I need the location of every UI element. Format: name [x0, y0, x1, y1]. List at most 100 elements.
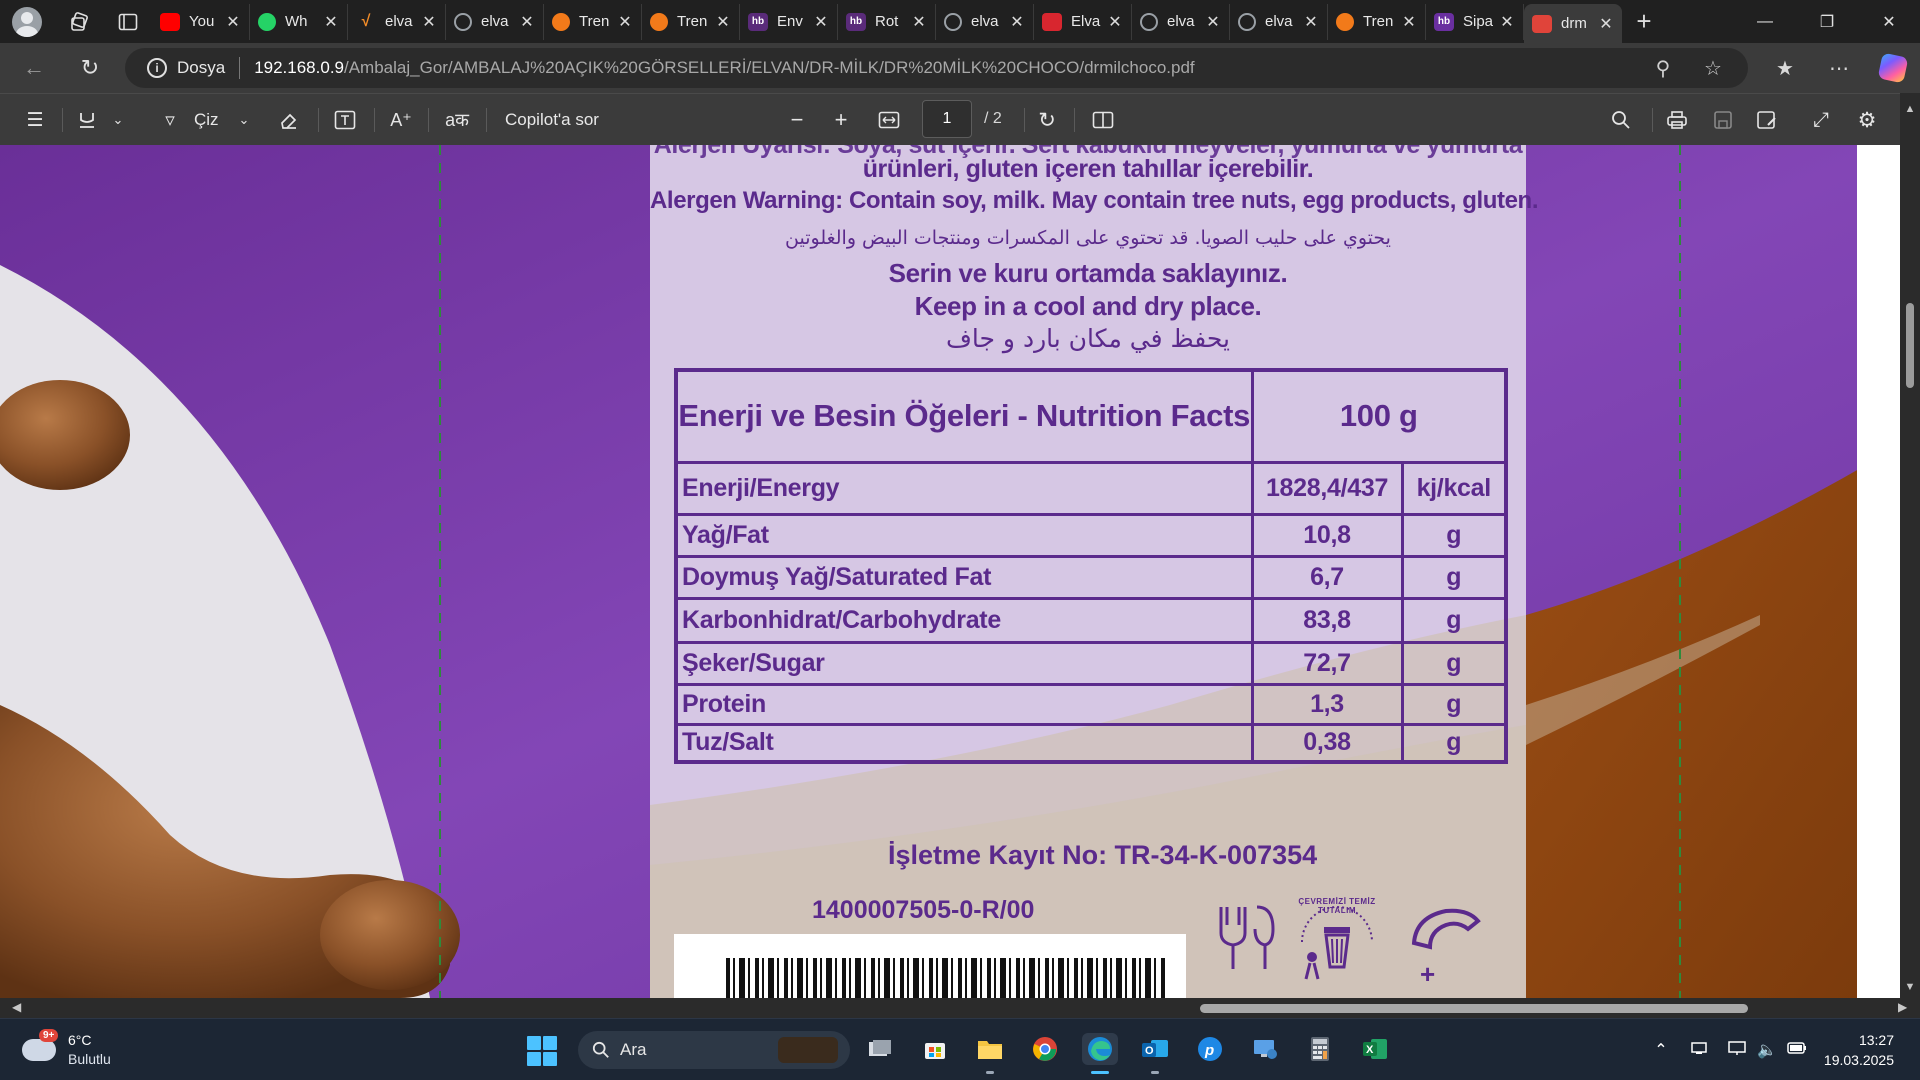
rotate-icon[interactable]: ↻: [1032, 100, 1062, 140]
find-icon[interactable]: [1606, 100, 1636, 140]
draw-label[interactable]: Çiz: [194, 100, 219, 140]
pdf-document-view[interactable]: Alerjen Uyarısı: Soya, süt içerir. Sert …: [0, 145, 1900, 998]
tab-close-icon[interactable]: ✕: [1401, 12, 1417, 32]
fit-width-icon[interactable]: [874, 100, 904, 140]
ask-copilot-button[interactable]: Copilot'a sor: [505, 100, 599, 140]
nutrition-row: Doymuş Yağ/Saturated Fat 6,7 g: [674, 554, 1508, 600]
edge-icon[interactable]: [1082, 1033, 1118, 1065]
minimize-button[interactable]: —: [1734, 0, 1796, 43]
task-view-icon[interactable]: [862, 1033, 898, 1065]
browser-tab[interactable]: √ elva ✕: [348, 3, 446, 40]
save-icon[interactable]: [1708, 100, 1738, 140]
draw-dropdown-icon[interactable]: ⌄: [234, 100, 254, 140]
tab-actions-icon[interactable]: [108, 4, 148, 40]
calculator-icon[interactable]: [1302, 1033, 1338, 1065]
battery-icon[interactable]: [1782, 1041, 1812, 1060]
taskbar-search[interactable]: Ara: [578, 1031, 850, 1069]
tab-close-icon[interactable]: ✕: [1009, 12, 1025, 32]
tab-close-icon[interactable]: ✕: [1303, 12, 1319, 32]
store-icon[interactable]: [917, 1033, 953, 1065]
highlight-dropdown-icon[interactable]: ⌄: [108, 100, 128, 140]
pdf-settings-icon[interactable]: ⚙: [1852, 100, 1882, 140]
zoom-icon[interactable]: ⚲: [1638, 56, 1688, 81]
tab-close-icon[interactable]: ✕: [617, 12, 633, 32]
more-menu-icon[interactable]: ⋯: [1812, 56, 1866, 81]
tab-close-icon[interactable]: ✕: [1598, 14, 1614, 34]
system-clock[interactable]: 13:27 19.03.2025: [1824, 1030, 1894, 1070]
display-icon[interactable]: [1722, 1040, 1752, 1061]
page-view-icon[interactable]: [1088, 100, 1118, 140]
vertical-scroll-thumb[interactable]: [1906, 303, 1914, 388]
print-icon[interactable]: [1662, 100, 1692, 140]
show-hidden-icons[interactable]: ⌃: [1646, 1040, 1676, 1060]
tab-close-icon[interactable]: ✕: [1107, 12, 1123, 32]
vertical-scrollbar[interactable]: ▲ ▼: [1900, 93, 1920, 998]
start-button[interactable]: [527, 1036, 557, 1066]
network-adapter-icon[interactable]: [1684, 1040, 1714, 1061]
refresh-button[interactable]: ↻: [68, 48, 112, 88]
file-explorer-icon[interactable]: [972, 1033, 1008, 1065]
page-number-input[interactable]: 1: [922, 100, 972, 138]
new-tab-button[interactable]: +: [1622, 6, 1666, 37]
contents-icon[interactable]: ☰: [18, 100, 52, 140]
chrome-icon[interactable]: [1027, 1033, 1063, 1065]
save-as-icon[interactable]: [1752, 100, 1782, 140]
horizontal-scroll-thumb[interactable]: [1200, 1004, 1748, 1013]
fullscreen-icon[interactable]: ⤢: [1806, 100, 1836, 140]
scroll-left-arrow[interactable]: ◀: [12, 1000, 21, 1014]
tab-close-icon[interactable]: ✕: [323, 12, 339, 32]
nutrient-name: Enerji/Energy: [674, 460, 1254, 516]
browser-tab[interactable]: Tren ✕: [642, 3, 740, 40]
browser-tab[interactable]: elva ✕: [1132, 3, 1230, 40]
tab-close-icon[interactable]: ✕: [421, 12, 437, 32]
workspaces-icon[interactable]: [60, 4, 100, 40]
remote-desktop-icon[interactable]: [1247, 1033, 1283, 1065]
tab-close-icon[interactable]: ✕: [813, 12, 829, 32]
checkmark-logo-icon: √: [361, 12, 371, 30]
outlook-icon[interactable]: O: [1137, 1033, 1173, 1065]
tab-close-icon[interactable]: ✕: [1499, 12, 1515, 32]
volume-icon[interactable]: 🔈: [1752, 1040, 1782, 1060]
scroll-right-arrow[interactable]: ▶: [1898, 1000, 1907, 1014]
browser-tab[interactable]: elva ✕: [446, 3, 544, 40]
text-box-icon[interactable]: [330, 100, 360, 140]
browser-tab[interactable]: Tren ✕: [1328, 3, 1426, 40]
tab-close-icon[interactable]: ✕: [225, 12, 241, 32]
close-window-button[interactable]: ✕: [1858, 0, 1920, 43]
favorites-icon[interactable]: ★: [1758, 56, 1812, 81]
zoom-out-icon[interactable]: −: [782, 100, 812, 140]
browser-tab[interactable]: You ✕: [152, 3, 250, 40]
draw-icon[interactable]: ▿: [156, 100, 184, 140]
browser-tab[interactable]: elva ✕: [1230, 3, 1328, 40]
browser-tab[interactable]: Elva ✕: [1034, 3, 1132, 40]
browser-tab[interactable]: Tren ✕: [544, 3, 642, 40]
browser-tab[interactable]: hb Env ✕: [740, 3, 838, 40]
back-button[interactable]: ←: [12, 48, 56, 88]
profile-avatar[interactable]: [12, 6, 42, 37]
scroll-up-arrow[interactable]: ▲: [1903, 103, 1917, 115]
tab-close-icon[interactable]: ✕: [519, 12, 535, 32]
tab-close-icon[interactable]: ✕: [715, 12, 731, 32]
restore-button[interactable]: ❐: [1796, 0, 1858, 43]
copilot-icon[interactable]: [1866, 52, 1920, 84]
eraser-icon[interactable]: [274, 100, 304, 140]
app-p-icon[interactable]: p: [1192, 1033, 1228, 1065]
tab-close-icon[interactable]: ✕: [1205, 12, 1221, 32]
address-field[interactable]: i Dosya 192.168.0.9 /Ambalaj_Gor/AMBALAJ…: [125, 48, 1748, 88]
translate-icon[interactable]: aक: [440, 100, 474, 140]
weather-widget[interactable]: 9+ 6°C Bulutlu: [22, 1029, 111, 1069]
highlight-icon[interactable]: [74, 100, 100, 140]
excel-icon[interactable]: X: [1357, 1033, 1393, 1065]
scroll-down-arrow[interactable]: ▼: [1903, 981, 1917, 993]
browser-tab[interactable]: drm ✕: [1524, 4, 1622, 43]
browser-tab[interactable]: Wh ✕: [250, 3, 348, 40]
browser-tab[interactable]: hb Sipa ✕: [1426, 3, 1524, 40]
browser-tab[interactable]: elva ✕: [936, 3, 1034, 40]
favorite-star-icon[interactable]: ☆: [1688, 56, 1738, 81]
zoom-in-icon[interactable]: +: [826, 100, 856, 140]
read-aloud-icon[interactable]: A⁺: [386, 100, 416, 140]
tab-close-icon[interactable]: ✕: [911, 12, 927, 32]
site-info-icon[interactable]: i: [147, 58, 167, 78]
horizontal-scrollbar[interactable]: ◀ ▶: [0, 998, 1920, 1018]
browser-tab[interactable]: hb Rot ✕: [838, 3, 936, 40]
